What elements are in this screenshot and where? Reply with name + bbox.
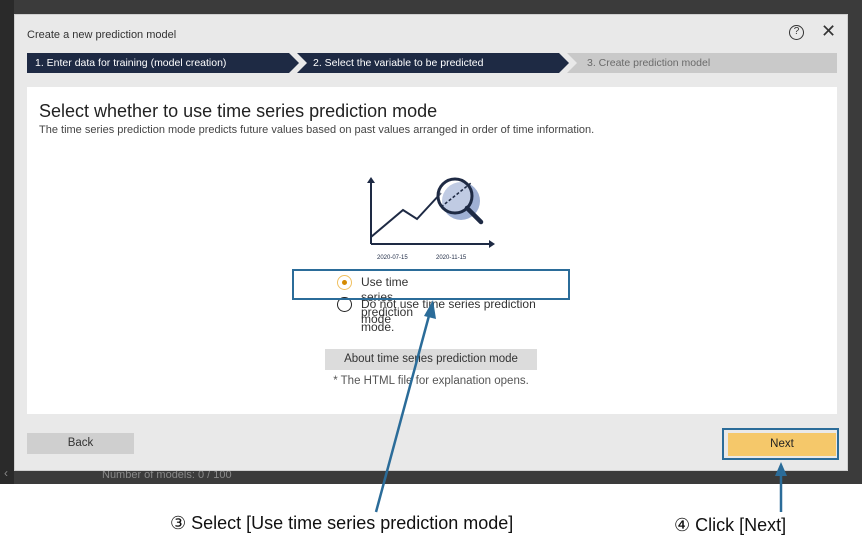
arrow-to-option <box>374 311 432 513</box>
caption-select-option: ③ Select [Use time series prediction mod… <box>170 513 514 533</box>
arrowhead-option <box>424 300 436 319</box>
annotation-arrows <box>374 300 787 513</box>
screen: ‹ Number of models: 0 / 100 Create a new… <box>0 0 862 540</box>
arrowhead-next <box>775 462 787 476</box>
caption-click-next: ④ Click [Next] <box>674 515 787 535</box>
